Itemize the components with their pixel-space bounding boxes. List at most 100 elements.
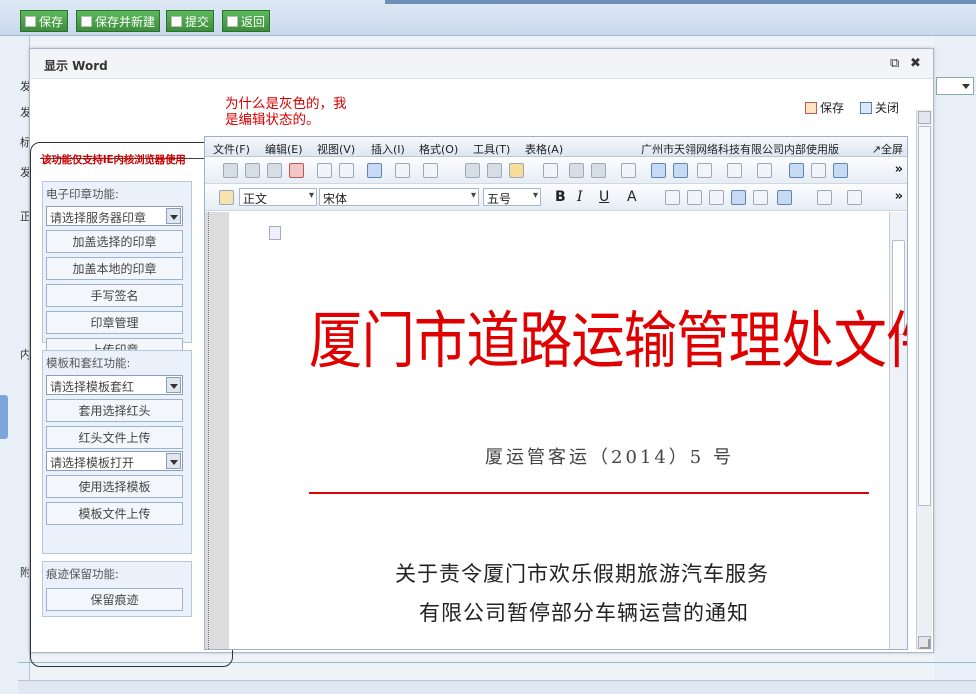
chevron-down-icon — [166, 208, 181, 224]
template-open-select[interactable]: 请选择模板打开 — [46, 451, 183, 471]
align-right-icon[interactable] — [709, 190, 724, 205]
menu-tools[interactable]: 工具(T) — [473, 141, 510, 157]
size-select[interactable]: 五号 — [483, 188, 541, 206]
footer-strip — [18, 680, 976, 694]
distribute-icon[interactable] — [753, 190, 768, 205]
menu-table[interactable]: 表格(A) — [525, 141, 563, 157]
menu-edit[interactable]: 编辑(E) — [265, 141, 303, 157]
format-painter-icon[interactable] — [423, 163, 438, 178]
fullscreen-button[interactable]: ↗全屏 — [872, 141, 903, 157]
web-icon[interactable] — [673, 163, 688, 178]
keep-trace-button[interactable]: 保留痕迹 — [46, 588, 183, 611]
document-redhead-title: 厦门市道路运输管理处文件 — [309, 304, 908, 377]
menu-view[interactable]: 视图(V) — [317, 141, 355, 157]
upload-template-button[interactable]: 模板文件上传 — [46, 502, 183, 525]
apply-redhead-button[interactable]: 套用选择红头 — [46, 399, 183, 422]
resize-handle[interactable] — [920, 639, 930, 649]
handwritten-signature-button[interactable]: 手写签名 — [46, 284, 183, 307]
page-icon — [269, 226, 281, 240]
dialog-save-button[interactable]: 保存 — [804, 99, 844, 116]
more-icon[interactable]: » — [895, 162, 903, 177]
font-color-icon[interactable]: A — [627, 189, 637, 205]
bullets-icon[interactable] — [847, 190, 862, 205]
text-direction-icon[interactable] — [757, 163, 772, 178]
save-button[interactable]: 保存 — [20, 10, 69, 32]
save-icon[interactable] — [267, 163, 282, 178]
align-left-icon[interactable] — [665, 190, 680, 205]
save-as-icon[interactable] — [289, 163, 304, 178]
word-menubar: 文件(F) 编辑(E) 视图(V) 插入(I) 格式(O) 工具(T) 表格(A… — [205, 137, 907, 157]
menu-insert[interactable]: 插入(I) — [371, 141, 405, 157]
seal-panel-label: 电子印章功能: — [46, 187, 119, 201]
numbering-icon[interactable] — [817, 190, 832, 205]
bold-icon[interactable]: B — [555, 189, 566, 205]
dialog-save-label: 保存 — [819, 101, 844, 115]
redo-icon[interactable] — [591, 163, 606, 178]
calc-icon[interactable] — [621, 163, 636, 178]
license-text: 广州市天翎网络科技有限公司内部使用版 — [641, 143, 839, 156]
annotation-text: 为什么是灰色的，我 是编辑状态的。 — [225, 96, 347, 128]
doc-icon[interactable] — [833, 163, 848, 178]
columns-icon[interactable] — [727, 163, 742, 178]
collapse-handle[interactable] — [0, 395, 8, 439]
document-heading-2: 有限公司暂停部分车辆运营的通知 — [419, 601, 749, 625]
italic-icon[interactable]: I — [577, 189, 583, 205]
document-scrollbar[interactable] — [889, 212, 907, 649]
cursor-icon[interactable] — [811, 163, 826, 178]
dialog-close-button[interactable]: 关闭 — [859, 99, 899, 116]
server-seal-select-value: 请选择服务器印章 — [50, 211, 147, 225]
print-preview-icon[interactable] — [339, 163, 354, 178]
template-panel: 模板和套红功能: 请选择模板套红 套用选择红头 红头文件上传 请选择模板打开 使… — [42, 350, 192, 554]
submit-button[interactable]: 提交 — [166, 10, 215, 32]
apply-local-seal-button[interactable]: 加盖本地的印章 — [46, 257, 183, 280]
dialog-scrollbar[interactable] — [916, 110, 932, 650]
formula-icon[interactable] — [651, 163, 666, 178]
justify-icon[interactable] — [731, 190, 746, 205]
menu-file[interactable]: 文件(F) — [213, 141, 250, 157]
save-new-label: 保存并新建 — [95, 14, 156, 29]
style-icon[interactable] — [219, 190, 234, 205]
template-redhead-select-value: 请选择模板套红 — [50, 380, 135, 394]
line-spacing-icon[interactable] — [777, 190, 792, 205]
top-toolbar: 保存 保存并新建 提交 返回 — [0, 0, 976, 36]
copy-icon[interactable] — [465, 163, 480, 178]
use-template-button[interactable]: 使用选择模板 — [46, 475, 183, 498]
track-icon[interactable] — [395, 163, 410, 178]
more-icon[interactable]: » — [895, 189, 903, 204]
document-number: 厦运管客运（2014）5 号 — [485, 447, 734, 468]
cut-icon[interactable] — [487, 163, 502, 178]
ruler — [205, 212, 209, 649]
background-select[interactable] — [936, 77, 974, 95]
dialog-scroll-thumb[interactable] — [918, 126, 931, 506]
seal-management-button[interactable]: 印章管理 — [46, 311, 183, 334]
background-right — [934, 36, 976, 694]
new-doc-icon[interactable] — [223, 163, 238, 178]
table-icon[interactable] — [697, 163, 712, 178]
print-icon[interactable] — [317, 163, 332, 178]
scroll-up-button[interactable] — [918, 111, 931, 124]
trace-panel-label: 痕迹保留功能: — [46, 567, 119, 581]
eraser-icon[interactable] — [543, 163, 558, 178]
submit-icon — [171, 15, 182, 27]
back-button[interactable]: 返回 — [222, 10, 271, 32]
template-panel-label: 模板和套红功能: — [46, 356, 131, 370]
open-icon[interactable] — [245, 163, 260, 178]
submit-label: 提交 — [185, 14, 210, 29]
insert-icon[interactable] — [367, 163, 382, 178]
style-select[interactable]: 正文 — [239, 188, 317, 206]
undo-icon[interactable] — [569, 163, 584, 178]
save-new-button[interactable]: 保存并新建 — [76, 10, 161, 32]
menu-format[interactable]: 格式(O) — [419, 141, 458, 157]
close-icon[interactable]: ✖ — [910, 56, 921, 71]
server-seal-select[interactable]: 请选择服务器印章 — [46, 206, 183, 226]
font-select[interactable]: 宋体 — [319, 188, 479, 206]
apply-selected-seal-button[interactable]: 加盖选择的印章 — [46, 230, 183, 253]
align-center-icon[interactable] — [687, 190, 702, 205]
upload-redhead-button[interactable]: 红头文件上传 — [46, 426, 183, 449]
header-strip — [385, 0, 976, 4]
paste-icon[interactable] — [509, 163, 524, 178]
template-redhead-select[interactable]: 请选择模板套红 — [46, 375, 183, 395]
image-icon[interactable] — [789, 163, 804, 178]
underline-icon[interactable]: U — [599, 189, 609, 205]
popout-icon[interactable]: ⧉ — [890, 56, 899, 71]
